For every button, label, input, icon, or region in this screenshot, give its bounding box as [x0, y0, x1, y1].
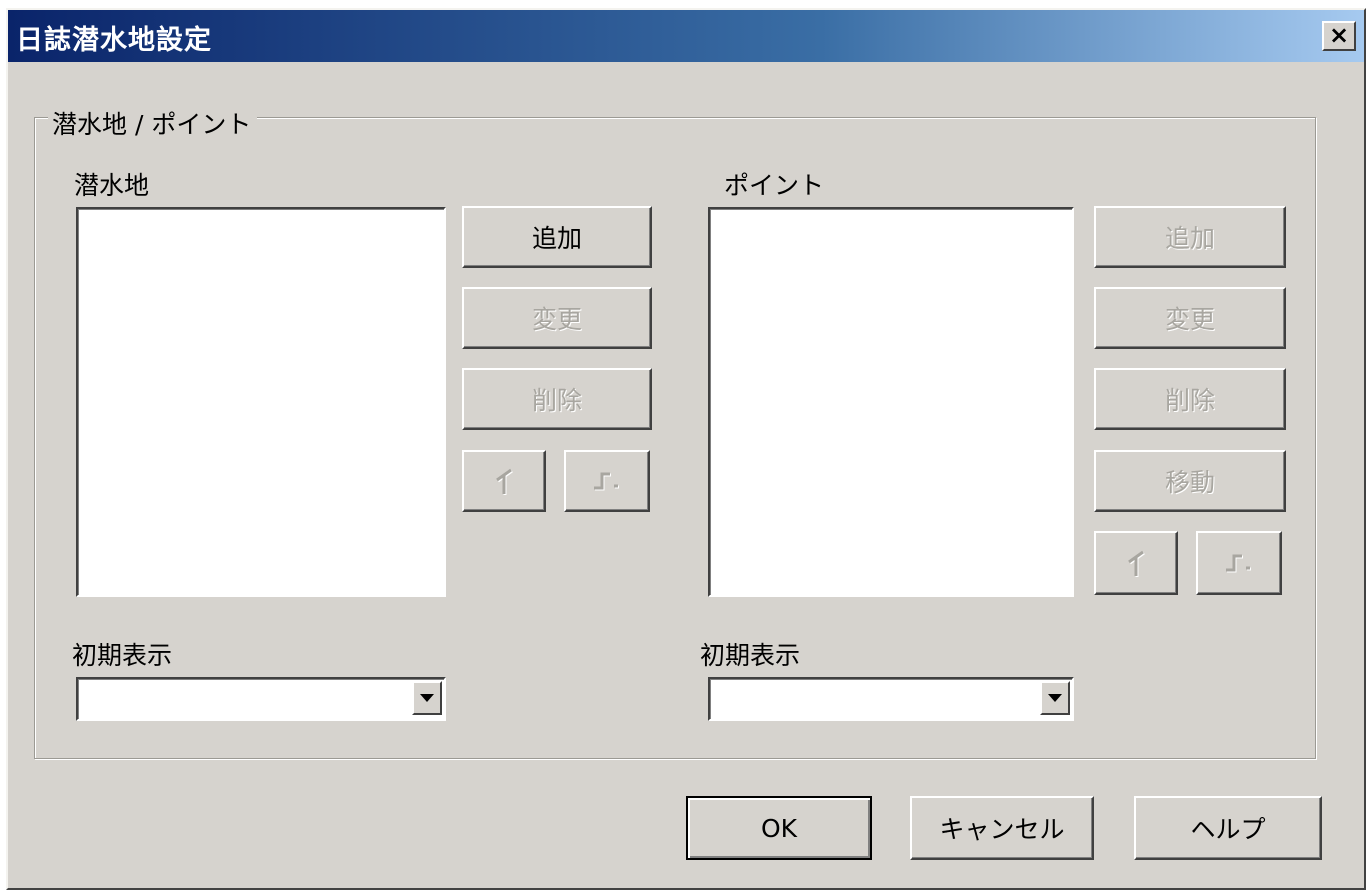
chevron-down-icon — [420, 694, 434, 702]
dive-site-label: 潜水地 — [74, 171, 150, 200]
point-delete-button[interactable]: 削除 — [1094, 368, 1286, 430]
dive-site-initial-dropdown-button[interactable] — [412, 681, 442, 715]
dive-site-move-down-button[interactable] — [564, 450, 650, 512]
point-initial-dropdown-button[interactable] — [1040, 681, 1070, 715]
point-move-up-button[interactable] — [1094, 531, 1178, 595]
dialog-window: 日誌潜水地設定 × 潜水地 / ポイント 潜水地 追加 変更 削除 初期表示 ポ… — [6, 8, 1366, 890]
dive-site-delete-button[interactable]: 削除 — [462, 368, 652, 430]
move-up-arrow-icon — [496, 468, 513, 495]
point-move-button[interactable]: 移動 — [1094, 450, 1286, 512]
move-down-arrow-icon — [1226, 554, 1251, 573]
point-move-down-button[interactable] — [1196, 531, 1282, 595]
point-listbox[interactable] — [708, 207, 1074, 597]
close-button[interactable]: × — [1322, 21, 1356, 51]
point-initial-combo[interactable] — [708, 677, 1074, 721]
point-initial-label: 初期表示 — [700, 641, 801, 670]
window-title: 日誌潜水地設定 — [16, 25, 212, 56]
move-up-arrow-icon — [1128, 550, 1145, 577]
point-change-button[interactable]: 変更 — [1094, 287, 1286, 349]
dive-site-initial-label: 初期表示 — [72, 641, 173, 670]
dive-site-initial-combo[interactable] — [76, 677, 446, 721]
dive-site-move-up-button[interactable] — [462, 450, 546, 512]
title-bar[interactable]: 日誌潜水地設定 × — [8, 10, 1364, 62]
group-legend: 潜水地 / ポイント — [48, 105, 258, 141]
point-add-button[interactable]: 追加 — [1094, 206, 1286, 268]
dive-site-change-button[interactable]: 変更 — [462, 287, 652, 349]
dive-site-add-button[interactable]: 追加 — [462, 206, 652, 268]
help-button[interactable]: ヘルプ — [1134, 796, 1322, 860]
chevron-down-icon — [1048, 694, 1062, 702]
cancel-button[interactable]: キャンセル — [910, 796, 1094, 860]
point-label: ポイント — [724, 171, 825, 200]
ok-button[interactable]: OK — [686, 796, 872, 860]
dive-site-listbox[interactable] — [76, 207, 446, 597]
move-down-arrow-icon — [594, 472, 619, 491]
